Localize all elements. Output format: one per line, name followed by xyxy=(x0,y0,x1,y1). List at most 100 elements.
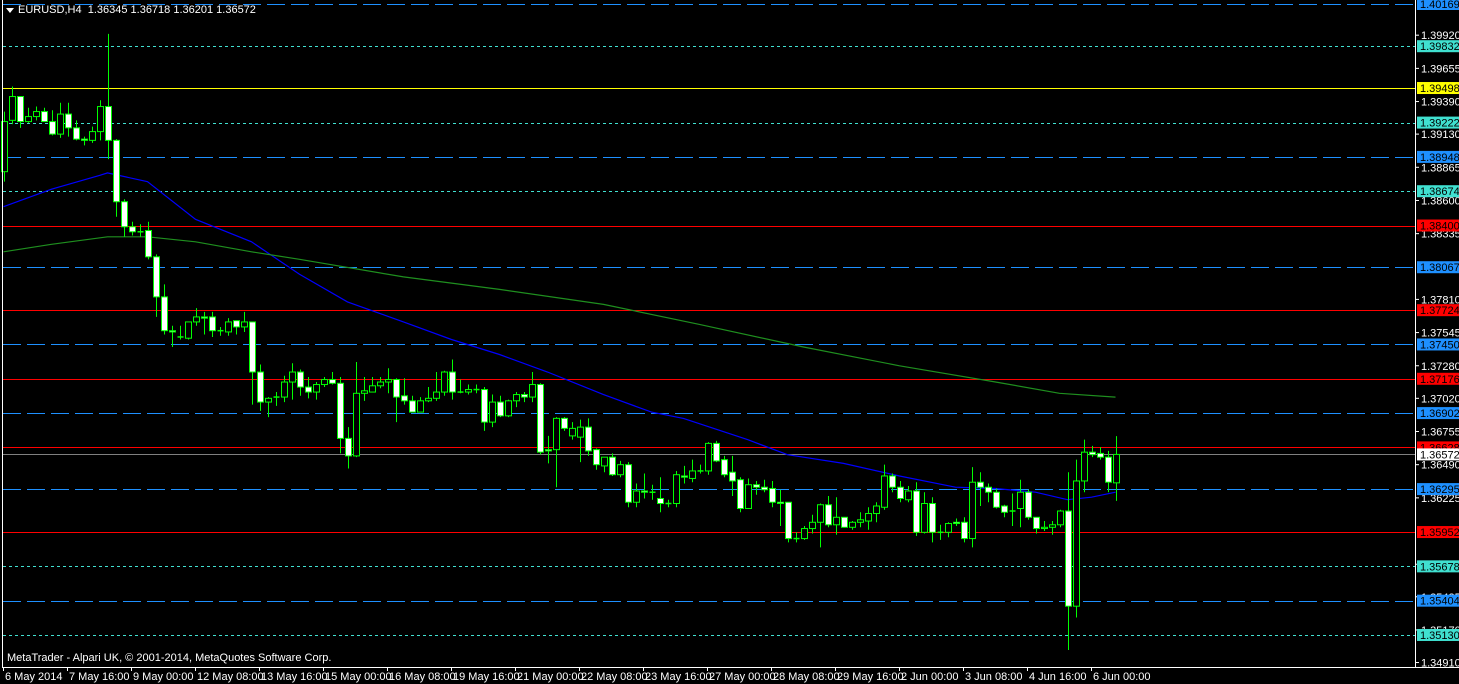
candle-body xyxy=(337,382,344,439)
candle-body xyxy=(753,484,760,488)
candle xyxy=(273,392,280,406)
level-price-label: 1.35404 xyxy=(1420,596,1459,608)
candle-body xyxy=(241,321,248,328)
level-price-label: 1.38948 xyxy=(1420,152,1459,164)
candle xyxy=(105,33,112,160)
candle-body xyxy=(113,139,120,203)
candle xyxy=(329,372,336,385)
candle xyxy=(25,107,32,123)
candle xyxy=(473,384,480,394)
candle-body xyxy=(577,426,584,438)
candle xyxy=(217,326,224,336)
candle xyxy=(745,478,752,510)
candle xyxy=(697,464,704,474)
ohlc-values: 1.36345 1.36718 1.36201 1.36572 xyxy=(87,4,256,16)
level-price-label: 1.37724 xyxy=(1420,305,1459,317)
candle xyxy=(649,484,656,500)
candle xyxy=(577,419,584,463)
candle xyxy=(921,492,928,534)
candle-body xyxy=(1025,491,1032,518)
candle-body xyxy=(977,481,984,488)
candle xyxy=(961,517,968,543)
candle-body xyxy=(681,475,688,478)
candle-body xyxy=(345,437,352,457)
time-tick-label: 19 May 16:00 xyxy=(453,671,520,683)
candle xyxy=(489,394,496,428)
candle xyxy=(929,497,936,543)
candle xyxy=(1009,493,1016,527)
candle-body xyxy=(553,417,560,451)
candle xyxy=(1033,516,1040,534)
candle xyxy=(633,483,640,508)
candle-body xyxy=(641,490,648,493)
time-tick-label: 21 May 00:00 xyxy=(517,671,584,683)
candle xyxy=(81,136,88,146)
price-tick-label: 1.36490 xyxy=(1421,460,1459,472)
candle-body xyxy=(201,316,208,319)
candle xyxy=(665,499,672,508)
candle xyxy=(433,372,440,401)
candle xyxy=(753,480,760,495)
candle xyxy=(825,495,832,528)
level-price-label: 1.39222 xyxy=(1420,118,1459,130)
candle-body xyxy=(41,111,48,123)
candle xyxy=(1105,450,1112,493)
candle-body xyxy=(441,371,448,393)
price-tick-label: 1.34910 xyxy=(1421,658,1459,670)
candle-body xyxy=(785,501,792,540)
candle xyxy=(169,325,176,347)
time-tick-label: 7 May 16:00 xyxy=(69,671,130,683)
time-tick-label: 6 May 2014 xyxy=(5,671,62,683)
candle xyxy=(1073,459,1080,618)
candle-body xyxy=(305,386,312,393)
candle xyxy=(209,311,216,337)
candle xyxy=(521,392,528,403)
candle xyxy=(801,526,808,540)
candle-body xyxy=(297,371,304,388)
candle xyxy=(817,503,824,548)
candle xyxy=(809,514,816,534)
candle-body xyxy=(1049,524,1056,528)
candle-body xyxy=(897,486,904,499)
candle-body xyxy=(89,131,96,141)
candle-body xyxy=(489,401,496,423)
candle-body xyxy=(745,484,752,510)
candle xyxy=(857,512,864,528)
candle xyxy=(361,377,368,401)
candle-body xyxy=(449,371,456,393)
price-chart[interactable]: 1.399201.396551.393901.391301.388651.386… xyxy=(0,0,1459,684)
candle-body xyxy=(729,471,736,482)
level-price-label: 1.39498 xyxy=(1420,83,1459,95)
candle xyxy=(113,139,120,217)
candle xyxy=(1017,479,1024,528)
candle-body xyxy=(313,384,320,393)
candle xyxy=(409,395,416,413)
level-price-label: 1.39832 xyxy=(1420,41,1459,53)
candle-body xyxy=(425,397,432,402)
candle xyxy=(905,485,912,503)
candle xyxy=(617,460,624,478)
candle-body xyxy=(601,456,608,467)
candle-body xyxy=(9,96,16,121)
candle-body xyxy=(169,330,176,333)
dropdown-triangle-icon[interactable] xyxy=(6,7,14,13)
candle xyxy=(785,501,792,543)
candle xyxy=(153,254,160,317)
candle xyxy=(953,518,960,527)
candle-body xyxy=(913,490,920,533)
candle xyxy=(569,422,576,440)
candle xyxy=(449,359,456,400)
candle-body xyxy=(289,371,296,383)
candle-body xyxy=(961,521,968,540)
candle-body xyxy=(193,316,200,323)
candle xyxy=(849,521,856,530)
candle-body xyxy=(521,394,528,398)
candle xyxy=(121,199,128,237)
candle-body xyxy=(369,385,376,393)
candle-body xyxy=(153,256,160,298)
candle xyxy=(553,417,560,488)
time-tick-label: 29 May 16:00 xyxy=(837,671,904,683)
candle-body xyxy=(409,400,416,413)
candle xyxy=(457,379,464,394)
candle xyxy=(609,453,616,476)
